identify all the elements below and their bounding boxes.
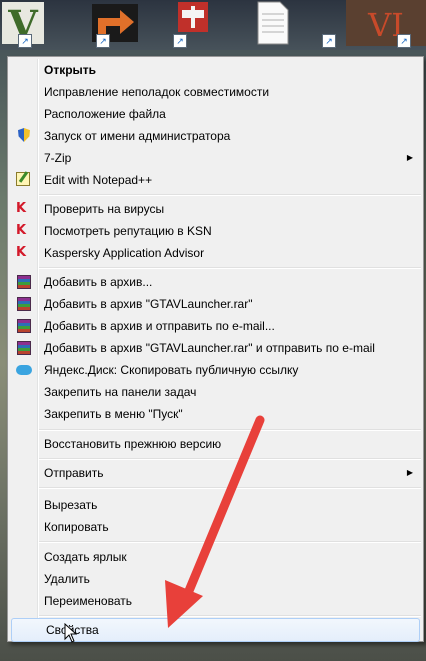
annotation-arrow <box>165 415 265 628</box>
mouse-cursor-icon <box>64 623 78 643</box>
